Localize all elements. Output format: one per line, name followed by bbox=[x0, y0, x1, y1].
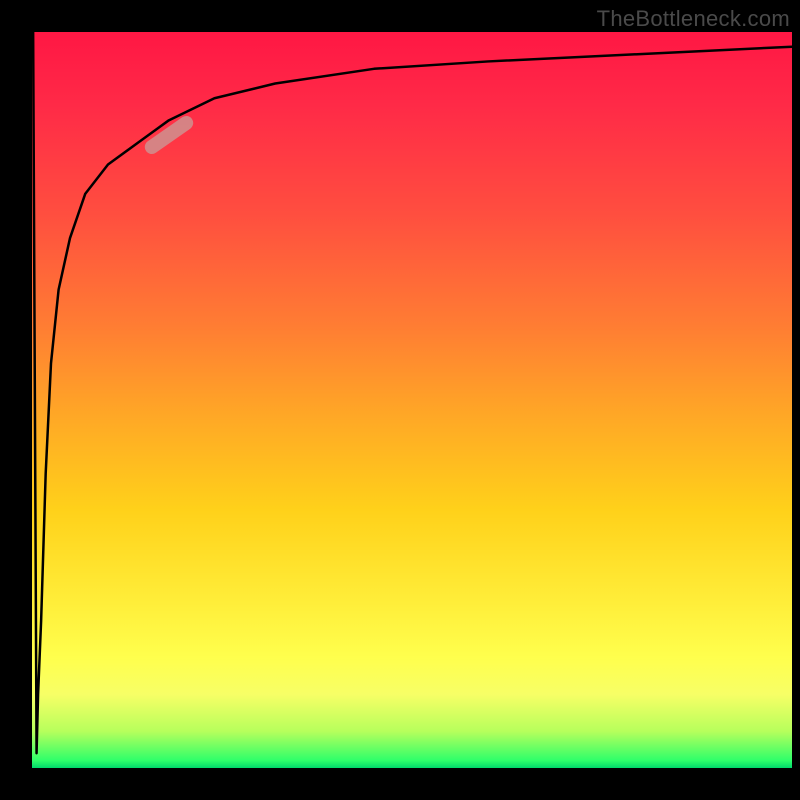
watermark-label: TheBottleneck.com bbox=[597, 6, 790, 32]
plot-area bbox=[32, 32, 792, 768]
chart-container: TheBottleneck.com bbox=[0, 0, 800, 800]
